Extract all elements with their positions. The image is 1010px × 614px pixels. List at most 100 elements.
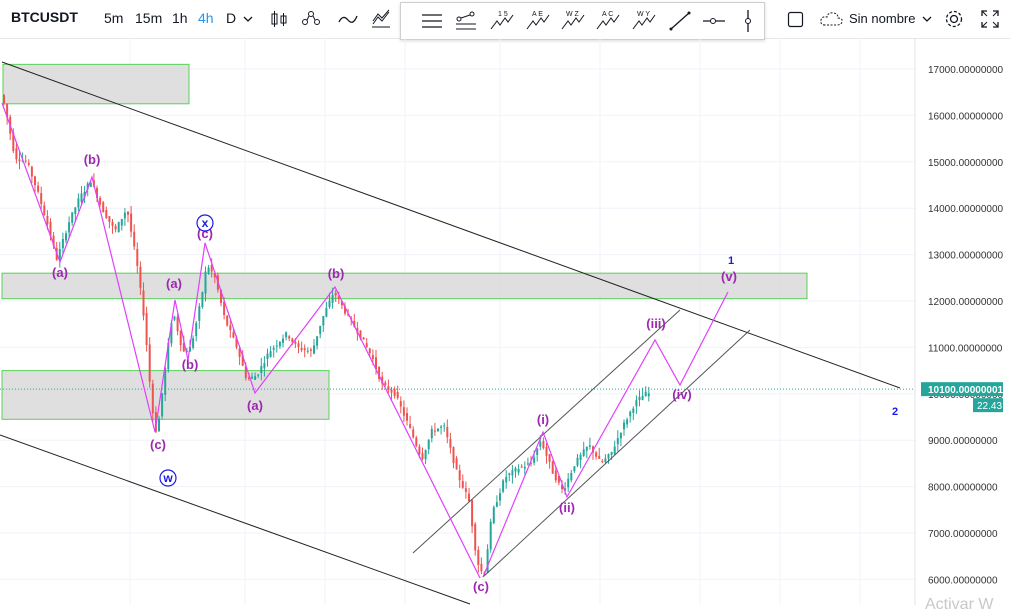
wave-label: (c) xyxy=(150,437,166,452)
candle-body xyxy=(461,481,464,488)
candle-body xyxy=(291,338,294,342)
candle-body xyxy=(272,347,275,350)
trend-line-tool-icon[interactable] xyxy=(667,9,693,33)
checkbox-icon[interactable] xyxy=(787,8,805,30)
candle-body xyxy=(582,449,585,456)
candle-body xyxy=(282,338,284,343)
candle-body xyxy=(46,215,49,225)
candle-body xyxy=(275,345,278,347)
candles-icon[interactable] xyxy=(268,8,290,30)
candle-body xyxy=(601,461,604,463)
candle-body xyxy=(176,317,179,332)
candle-body xyxy=(489,521,492,550)
candle-body xyxy=(309,349,312,351)
candle-body xyxy=(201,292,204,307)
descending-resistance-line xyxy=(1,61,901,389)
candle-body xyxy=(313,345,315,354)
wave-path-x xyxy=(1,102,481,579)
candle-body xyxy=(455,458,458,470)
candle-body xyxy=(632,408,635,413)
wave-label: (b) xyxy=(328,266,345,281)
candle-body xyxy=(421,453,424,459)
chart-grid xyxy=(0,38,915,605)
layout-name[interactable]: Sin nombre xyxy=(849,11,915,26)
candle-body xyxy=(474,523,477,551)
symbol-name[interactable]: BTCUSDT xyxy=(11,9,78,25)
interval-5m-button[interactable]: 5m xyxy=(104,10,123,26)
candle-body xyxy=(105,209,108,219)
candle-body xyxy=(486,549,489,573)
drawing-toolbar: 1 5 A E W Z A C W Y xyxy=(400,2,765,40)
horizontal-ray-tool-icon[interactable] xyxy=(701,9,727,33)
candle-body xyxy=(74,207,77,215)
indicators-icon[interactable] xyxy=(300,8,322,30)
price-axis: 17000.00000000 16000.00000000 15000.000000… xyxy=(914,38,1004,605)
wave-label: (a) xyxy=(247,398,263,413)
settings-gear-icon[interactable] xyxy=(943,8,965,30)
candle-body xyxy=(37,185,40,192)
candle-body xyxy=(24,160,27,162)
candle-body xyxy=(192,338,195,348)
candle-body xyxy=(396,391,399,398)
interval-dropdown-chevron-icon[interactable] xyxy=(241,8,255,30)
candle-body xyxy=(567,478,570,488)
candle-body xyxy=(257,374,260,376)
interval-1h-button[interactable]: 1h xyxy=(172,10,188,26)
candle-body xyxy=(449,438,452,448)
interval-d-button[interactable]: D xyxy=(226,10,236,26)
fullscreen-icon[interactable] xyxy=(979,8,1001,30)
candle-body xyxy=(409,424,412,428)
layout-dropdown-chevron-icon[interactable] xyxy=(920,8,934,30)
interval-4h-button[interactable]: 4h xyxy=(198,10,214,26)
elliott-double-combo-tool-icon[interactable]: A C xyxy=(595,9,621,33)
candle-body xyxy=(418,446,421,455)
candle-body xyxy=(108,216,111,222)
candle-body xyxy=(623,422,625,430)
wave-label: (c) xyxy=(473,579,489,594)
elliott-impulse-tool-icon[interactable]: 1 5 xyxy=(489,9,515,33)
candle-body xyxy=(399,401,402,407)
candle-body xyxy=(99,197,102,205)
candle-body xyxy=(511,470,514,476)
fib-channel-tool-icon[interactable] xyxy=(453,9,479,33)
candle-body xyxy=(68,222,71,233)
candle-body xyxy=(526,463,529,465)
price-tick-label: 6000.00000000 xyxy=(928,575,998,586)
horizontal-lines-tool-icon[interactable] xyxy=(419,9,445,33)
candle-body xyxy=(80,193,83,202)
candle-body xyxy=(610,452,613,455)
candle-body xyxy=(322,316,325,326)
elliott-triangle-tool-label: W Z xyxy=(566,11,580,18)
candle-body xyxy=(179,330,182,346)
candle-body xyxy=(548,454,551,462)
candle-body xyxy=(480,563,483,572)
line-chart-icon[interactable] xyxy=(337,8,359,30)
elliott-double-combo-tool-label: A C xyxy=(602,11,613,18)
candle-body xyxy=(573,466,576,472)
candle-body xyxy=(368,348,371,354)
cloud-icon[interactable] xyxy=(819,8,845,30)
candle-body xyxy=(139,266,142,288)
candle-body xyxy=(71,212,74,223)
elliott-triangle-tool-icon[interactable]: W Z xyxy=(560,9,586,33)
templates-icon[interactable] xyxy=(370,8,392,30)
candle-body xyxy=(195,322,198,337)
candle-body xyxy=(207,267,210,274)
candle-body xyxy=(102,202,105,213)
vertical-line-tool-icon[interactable] xyxy=(735,9,761,33)
candle-body xyxy=(229,325,232,331)
candle-body xyxy=(437,428,439,431)
price-chart[interactable]: (b)(a)(c)(a)(b)(c)(a)(b)(c)(i)(ii)(iii)(… xyxy=(0,38,1010,611)
wave-label: (b) xyxy=(84,152,101,167)
elliott-correction-tool-icon[interactable]: A E xyxy=(525,9,551,33)
interval-15m-button[interactable]: 15m xyxy=(135,10,162,26)
price-tick-label: 17000.00000000 xyxy=(928,65,1004,76)
candle-body xyxy=(151,383,154,414)
candle-body xyxy=(371,355,374,360)
candle-body xyxy=(604,458,607,463)
elliott-triple-combo-tool-icon[interactable]: W Y xyxy=(631,9,657,33)
candle-body xyxy=(365,343,368,348)
candle-body xyxy=(427,439,430,450)
candle-body xyxy=(263,363,266,369)
candle-body xyxy=(328,300,331,307)
